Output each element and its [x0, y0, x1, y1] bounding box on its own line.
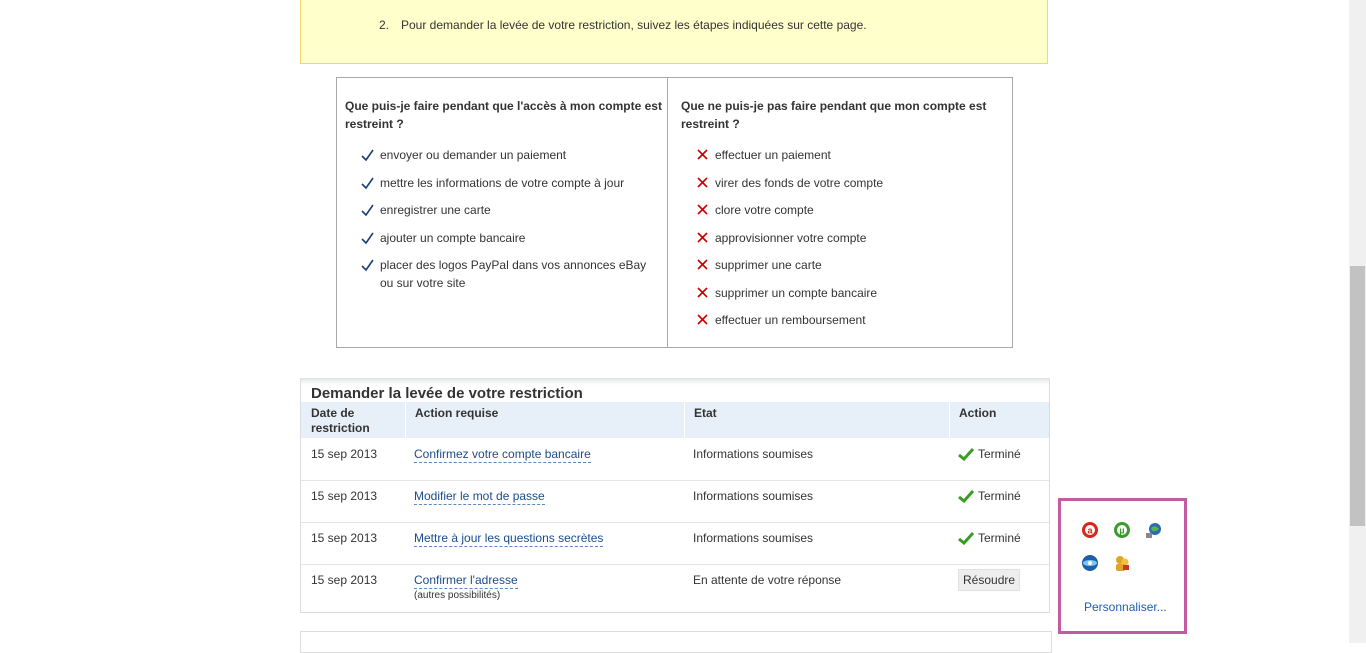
header-status: Etat [684, 402, 717, 438]
cannot-do-item: effectuer un remboursement [696, 311, 996, 329]
notice-step-text: Pour demander la levée de votre restrict… [401, 18, 867, 32]
green-check-icon [958, 447, 974, 461]
header-date: Date de restriction [311, 406, 370, 435]
header-action: Action [949, 402, 996, 438]
vertical-scrollbar[interactable] [1349, 0, 1366, 643]
change-password-link[interactable]: Modifier le mot de passe [414, 489, 545, 505]
check-icon [361, 149, 374, 162]
row-date: 15 sep 2013 [311, 573, 378, 587]
row-result: Terminé [958, 447, 1021, 461]
utorrent-icon[interactable]: µ [1113, 521, 1131, 539]
confirm-bank-account-link[interactable]: Confirmez votre compte bancaire [414, 447, 591, 463]
table-row: 15 sep 2013 Mettre à jour les questions … [301, 522, 1049, 565]
can-do-title: Que puis-je faire pendant que l'accès à … [345, 99, 662, 131]
green-check-icon [958, 489, 974, 503]
can-do-column: Que puis-je faire pendant que l'accès à … [337, 78, 668, 347]
can-do-list: envoyer ou demander un paiement mettre l… [361, 146, 661, 302]
can-do-item: envoyer ou demander un paiement [361, 146, 661, 164]
green-check-icon [958, 531, 974, 545]
can-do-item: placer des logos PayPal dans vos annonce… [361, 256, 661, 292]
row-status: Informations soumises [693, 531, 814, 545]
svg-text:µ: µ [1119, 526, 1124, 536]
users-key-icon[interactable] [1113, 554, 1131, 572]
customize-link[interactable]: Personnaliser... [1084, 600, 1167, 614]
cannot-do-item: virer des fonds de votre compte [696, 174, 996, 192]
cannot-do-item: supprimer une carte [696, 256, 996, 274]
can-do-item: ajouter un compte bancaire [361, 229, 661, 247]
check-icon [361, 232, 374, 244]
cannot-do-item: supprimer un compte bancaire [696, 284, 996, 302]
notice-step-number: 2. [379, 18, 390, 32]
can-do-item: mettre les informations de votre compte … [361, 174, 661, 192]
cannot-do-list: effectuer un paiement virer des fonds de… [696, 146, 996, 339]
cross-icon [697, 204, 708, 215]
browser-sync-icon[interactable] [1081, 554, 1099, 572]
row-date: 15 sep 2013 [311, 531, 378, 545]
cross-icon [697, 176, 708, 188]
cross-icon [697, 259, 708, 270]
update-security-questions-link[interactable]: Mettre à jour les questions secrètes [414, 531, 604, 547]
cross-icon [697, 314, 708, 325]
cannot-do-title: Que ne puis-je pas faire pendant que mon… [681, 99, 987, 131]
cross-icon [697, 286, 708, 298]
row-status: Informations soumises [693, 489, 814, 503]
row-result: Terminé [958, 489, 1021, 503]
table-row: 15 sep 2013 Modifier le mot de passe Inf… [301, 480, 1049, 523]
cannot-do-item: effectuer un paiement [696, 146, 996, 164]
row-date: 15 sep 2013 [311, 447, 378, 461]
adobe-reader-icon[interactable]: a [1081, 521, 1099, 539]
cannot-do-item: approvisionner votre compte [696, 229, 996, 247]
access-comparison-panel: Que puis-je faire pendant que l'accès à … [336, 77, 1013, 348]
table-row: 15 sep 2013 Confirmez votre compte banca… [301, 438, 1049, 481]
row-date: 15 sep 2013 [311, 489, 378, 503]
check-icon [361, 204, 374, 217]
notice-step: 2. Pour demander la levée de votre restri… [379, 18, 867, 32]
header-action-required: Action requise [405, 402, 498, 438]
section-title: Demander la levée de votre restriction [311, 385, 583, 402]
confirm-address-link[interactable]: Confirmer l'adresse [414, 573, 518, 589]
cannot-do-item: clore votre compte [696, 201, 996, 219]
next-section-box [300, 631, 1052, 653]
other-options-note: (autres possibilités) [414, 590, 501, 601]
cross-icon [697, 149, 708, 160]
cross-icon [697, 231, 708, 243]
resolve-button[interactable]: Résoudre [958, 569, 1021, 591]
notice-box: 2. Pour demander la levée de votre restri… [300, 0, 1048, 64]
scrollbar-thumb[interactable] [1350, 266, 1365, 526]
can-do-item: enregistrer une carte [361, 201, 661, 219]
tray-overflow-popup: a µ Personnaliser... [1058, 498, 1187, 634]
check-icon [361, 177, 374, 189]
row-result: Terminé [958, 531, 1021, 545]
row-status: Informations soumises [693, 447, 814, 461]
table-header: Date de restriction Action requise Etat … [301, 402, 1049, 438]
table-row: 15 sep 2013 Confirmer l'adresse (autres … [301, 564, 1049, 612]
cannot-do-column: Que ne puis-je pas faire pendant que mon… [668, 78, 1012, 347]
row-status: En attente de votre réponse [693, 573, 842, 587]
restriction-section: Demander la levée de votre restriction D… [300, 378, 1050, 613]
network-globe-icon[interactable] [1145, 521, 1163, 539]
check-icon [361, 259, 374, 272]
